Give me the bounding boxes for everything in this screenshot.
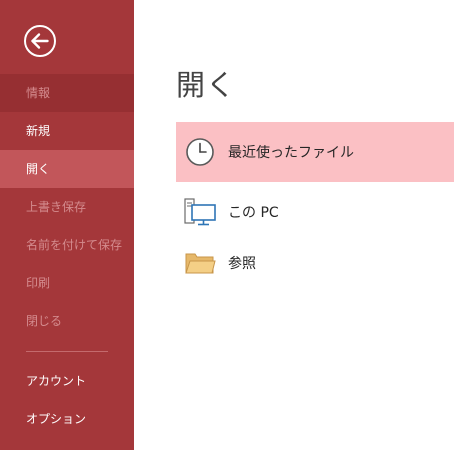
option-browse-label: 参照 (228, 256, 256, 272)
folder-icon (184, 249, 216, 277)
option-recent-files-label: 最近使ったファイル (228, 145, 354, 161)
sidebar-item-save-as[interactable]: 名前を付けて保存 (0, 226, 134, 264)
sidebar-item-save[interactable]: 上書き保存 (0, 188, 134, 226)
sidebar-item-print[interactable]: 印刷 (0, 264, 134, 302)
option-browse[interactable]: 参照 (176, 233, 454, 293)
back-arrow-icon (24, 25, 56, 57)
sidebar-item-account[interactable]: アカウント (0, 362, 134, 400)
sidebar-item-new[interactable]: 新規 (0, 112, 134, 150)
sidebar-item-close[interactable]: 閉じる (0, 302, 134, 340)
clock-icon (184, 136, 216, 168)
backstage-view: 情報 新規 開く 上書き保存 名前を付けて保存 印刷 閉じる アカウント オプシ… (0, 0, 454, 450)
page-title: 開く (176, 68, 237, 102)
main-panel: 開く 最近使ったファイル この PC 参照 (134, 0, 454, 450)
option-recent-files[interactable]: 最近使ったファイル (176, 122, 454, 182)
option-this-pc-label: この PC (228, 205, 279, 221)
sidebar-item-open[interactable]: 開く (0, 150, 134, 188)
sidebar-item-info[interactable]: 情報 (0, 74, 134, 112)
sidebar-divider (26, 351, 108, 352)
back-button[interactable] (23, 24, 57, 58)
sidebar-item-options[interactable]: オプション (0, 400, 134, 438)
backstage-sidebar: 情報 新規 開く 上書き保存 名前を付けて保存 印刷 閉じる アカウント オプシ… (0, 0, 134, 450)
computer-icon (184, 195, 218, 229)
